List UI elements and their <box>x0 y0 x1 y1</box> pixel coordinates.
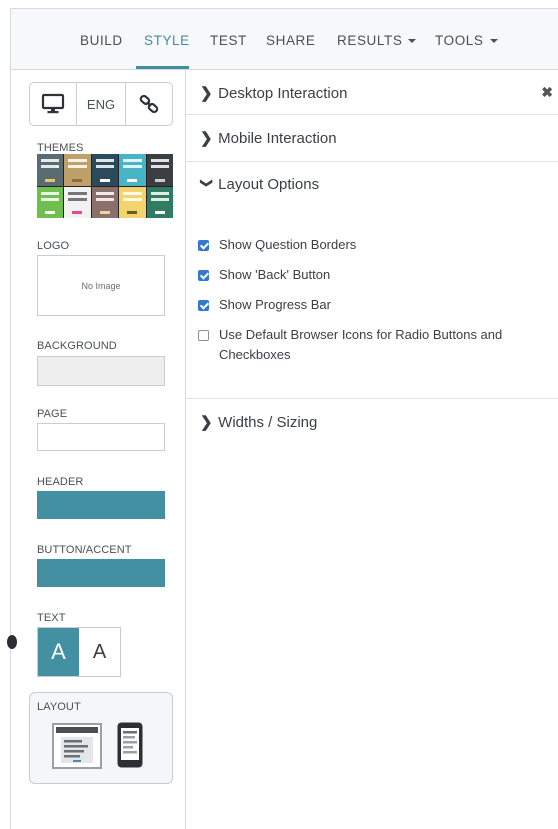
theme-swatch[interactable] <box>119 154 146 186</box>
page-color-swatch[interactable] <box>37 423 165 451</box>
progress-bar-label: Show Progress Bar <box>219 297 331 312</box>
nav-style[interactable]: STYLE <box>144 33 190 48</box>
widths-sizing-title: Widths / Sizing <box>218 414 318 431</box>
style-options-panel: ❯ Desktop Interaction ✖ ❯ Mobile Interac… <box>186 70 558 829</box>
option-question-borders[interactable]: Show Question Borders <box>198 237 357 255</box>
chevron-right-icon: ❯ <box>200 130 213 147</box>
accordion-layout-options: ❯ Layout Options Show Question Borders S… <box>186 162 558 399</box>
nav-results-label: RESULTS <box>337 33 403 48</box>
header-color-swatch[interactable] <box>37 491 165 519</box>
back-button-checkbox[interactable] <box>198 270 209 281</box>
theme-swatch[interactable] <box>37 154 64 186</box>
layout-options-header[interactable]: ❯ Layout Options <box>200 176 319 193</box>
widths-sizing-header[interactable]: ❯ Widths / Sizing <box>200 413 317 431</box>
header-label: HEADER <box>37 476 84 488</box>
desktop-monitor-icon <box>41 93 65 114</box>
theme-grid <box>37 154 173 218</box>
desktop-layout-icon[interactable] <box>52 723 102 769</box>
layout-label: LAYOUT <box>37 701 81 713</box>
device-language-bar: ENG <box>29 82 173 126</box>
question-borders-checkbox[interactable] <box>198 240 209 251</box>
theme-swatch[interactable] <box>91 186 119 218</box>
close-icon[interactable]: ✖ <box>541 84 553 101</box>
mobile-interaction-header[interactable]: ❯ Mobile Interaction <box>200 129 337 147</box>
theme-swatch[interactable] <box>146 154 173 186</box>
nav-build[interactable]: BUILD <box>80 33 123 48</box>
theme-swatch[interactable] <box>91 154 119 186</box>
accent-color-swatch[interactable] <box>37 559 165 587</box>
logo-dropzone[interactable]: No Image <box>37 255 165 316</box>
nav-results[interactable]: RESULTS <box>337 33 417 48</box>
default-browser-icons-label: Use Default Browser Icons for Radio Butt… <box>219 327 503 362</box>
layout-options-title: Layout Options <box>218 176 320 193</box>
question-borders-label: Show Question Borders <box>219 237 357 252</box>
theme-swatch[interactable] <box>119 186 146 218</box>
accordion-widths-sizing[interactable]: ❯ Widths / Sizing <box>186 399 558 447</box>
logo-label: LOGO <box>37 240 70 252</box>
theme-swatch[interactable] <box>146 186 173 218</box>
button-accent-label: BUTTON/ACCENT <box>37 544 132 556</box>
desktop-preview-button[interactable] <box>30 83 77 125</box>
nav-tools-label: TOOLS <box>435 33 484 48</box>
page-label: PAGE <box>37 408 68 420</box>
nav-tools[interactable]: TOOLS <box>435 33 498 48</box>
desktop-interaction-header[interactable]: ❯ Desktop Interaction <box>200 84 347 102</box>
logo-placeholder: No Image <box>81 280 121 291</box>
chevron-down-icon: ❯ <box>200 178 214 189</box>
theme-swatch[interactable] <box>64 186 91 218</box>
background-color-swatch[interactable] <box>37 356 165 386</box>
style-sidebar: ENG THEMES LOGO No Image BACKGROUND PAGE… <box>7 70 186 829</box>
style-editor-window: BUILD STYLE TEST SHARE RESULTS TOOLS ENG <box>7 8 558 829</box>
progress-bar-checkbox[interactable] <box>198 300 209 311</box>
active-tab-indicator <box>136 66 189 69</box>
caret-down-icon <box>408 39 417 43</box>
option-progress-bar[interactable]: Show Progress Bar <box>198 297 331 315</box>
theme-swatch[interactable] <box>64 154 91 186</box>
link-chain-icon <box>139 94 159 114</box>
back-button-label: Show 'Back' Button <box>219 267 331 282</box>
accordion-desktop-interaction[interactable]: ❯ Desktop Interaction ✖ <box>186 70 558 115</box>
layout-card: LAYOUT <box>29 692 173 784</box>
mobile-interaction-title: Mobile Interaction <box>218 130 337 147</box>
chevron-right-icon: ❯ <box>200 85 213 102</box>
text-dark-option[interactable]: A <box>79 628 120 676</box>
link-button[interactable] <box>126 83 172 125</box>
default-browser-icons-checkbox[interactable] <box>198 330 209 341</box>
mobile-layout-icon[interactable] <box>116 721 144 769</box>
desktop-interaction-title: Desktop Interaction <box>218 85 348 102</box>
accordion-mobile-interaction[interactable]: ❯ Mobile Interaction <box>186 115 558 162</box>
option-default-browser-icons[interactable]: Use Default Browser Icons for Radio Butt… <box>198 327 548 365</box>
option-back-button[interactable]: Show 'Back' Button <box>198 267 331 285</box>
nav-share[interactable]: SHARE <box>266 33 316 48</box>
language-button[interactable]: ENG <box>77 83 126 125</box>
themes-label: THEMES <box>37 142 84 154</box>
top-nav: BUILD STYLE TEST SHARE RESULTS TOOLS <box>11 9 558 70</box>
theme-swatch[interactable] <box>37 186 64 218</box>
text-color-selector: A A <box>37 627 121 677</box>
text-light-option[interactable]: A <box>38 628 79 676</box>
tooltip-marker <box>7 635 17 649</box>
chevron-right-icon: ❯ <box>200 414 213 431</box>
caret-down-icon <box>489 39 498 43</box>
background-label: BACKGROUND <box>37 340 117 352</box>
nav-test[interactable]: TEST <box>210 33 247 48</box>
text-label: TEXT <box>37 612 66 624</box>
